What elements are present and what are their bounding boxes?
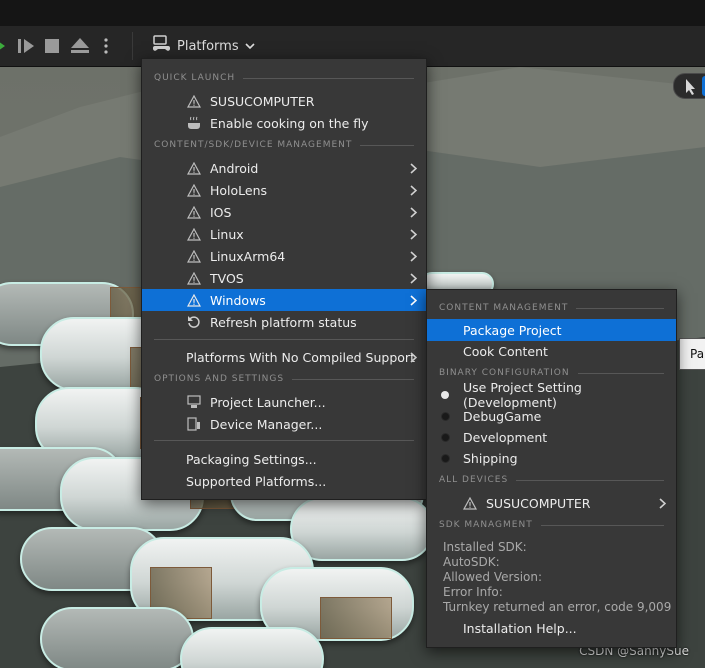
- menu-item-no-compiled-support[interactable]: Platforms With No Compiled Support: [142, 346, 426, 368]
- cooking-icon: [186, 115, 202, 131]
- menu-item-cook-content[interactable]: Cook Content: [427, 340, 676, 362]
- section-sdk-management: SDK MANAGMENT: [439, 518, 664, 532]
- menu-item-packaging-settings[interactable]: Packaging Settings...: [142, 448, 426, 470]
- chevron-right-icon: [408, 294, 418, 306]
- device-manager-icon: [186, 416, 202, 432]
- warning-icon: [186, 270, 202, 286]
- chevron-right-icon: [408, 272, 418, 284]
- more-options-icon[interactable]: [100, 36, 112, 56]
- title-bar: [0, 0, 705, 26]
- windows-submenu: CONTENT MANAGEMENT Package Project Cook …: [426, 289, 677, 648]
- section-content-management: CONTENT MANAGEMENT: [439, 301, 664, 315]
- play-icon[interactable]: [0, 36, 6, 56]
- radio-unselected-icon: [437, 408, 453, 424]
- chevron-right-icon: [408, 250, 418, 262]
- warning-icon: [186, 292, 202, 308]
- chevron-right-icon: [408, 162, 418, 174]
- menu-item-installation-help[interactable]: Installation Help...: [427, 617, 676, 639]
- chevron-right-icon: [408, 206, 418, 218]
- gamepad-icon: [151, 35, 171, 57]
- warning-icon: [186, 248, 202, 264]
- sdk-error-info: Error Info:: [443, 585, 503, 599]
- warning-icon: [186, 182, 202, 198]
- refresh-icon: [186, 314, 202, 330]
- platforms-menu: QUICK LAUNCH SUSUCOMPUTER Enable cooking…: [141, 58, 427, 500]
- menu-item-supported-platforms[interactable]: Supported Platforms...: [142, 470, 426, 492]
- tooltip: Pa: [679, 338, 705, 370]
- menu-item-linux[interactable]: Linux: [142, 223, 426, 245]
- menu-item-ios[interactable]: IOS: [142, 201, 426, 223]
- sdk-error-message: Turnkey returned an error, code 9,009: [443, 600, 672, 614]
- section-all-devices: ALL DEVICES: [439, 473, 664, 487]
- platforms-label: Platforms: [177, 38, 239, 54]
- menu-item-tvos[interactable]: TVOS: [142, 267, 426, 289]
- platforms-button[interactable]: Platforms: [145, 34, 261, 58]
- sdk-autosdk-info: AutoSDK:: [443, 555, 500, 569]
- menu-item-linuxarm64[interactable]: LinuxArm64: [142, 245, 426, 267]
- chevron-right-icon: [408, 351, 418, 363]
- section-quick-launch: QUICK LAUNCH: [154, 71, 414, 85]
- menu-item-hololens[interactable]: HoloLens: [142, 179, 426, 201]
- menu-item-android[interactable]: Android: [142, 157, 426, 179]
- radio-development[interactable]: Development: [427, 426, 676, 448]
- warning-icon: [186, 204, 202, 220]
- warning-icon: [186, 160, 202, 176]
- menu-divider: [154, 440, 414, 441]
- menu-divider: [154, 339, 414, 340]
- menu-item-device-susucomputer[interactable]: SUSUCOMPUTER: [427, 492, 676, 514]
- menu-item-package-project[interactable]: Package Project: [427, 319, 676, 341]
- radio-unselected-icon: [437, 429, 453, 445]
- menu-item-refresh-status[interactable]: Refresh platform status: [142, 311, 426, 333]
- radio-selected-icon: [437, 387, 453, 403]
- menu-item-project-launcher[interactable]: Project Launcher...: [142, 391, 426, 413]
- warning-icon: [462, 495, 478, 511]
- chevron-right-icon: [657, 497, 667, 509]
- tooltip-text: Pa: [690, 347, 705, 361]
- sdk-allowed-version-info: Allowed Version:: [443, 570, 543, 584]
- section-options-settings: OPTIONS AND SETTINGS: [154, 372, 414, 386]
- chevron-down-icon: [245, 39, 255, 54]
- menu-item-enable-cooking[interactable]: Enable cooking on the fly: [142, 112, 426, 134]
- menu-item-susucomputer[interactable]: SUSUCOMPUTER: [142, 90, 426, 112]
- radio-use-project-setting[interactable]: Use Project Setting (Development): [427, 380, 676, 410]
- radio-shipping[interactable]: Shipping: [427, 447, 676, 469]
- toolbar-divider: [132, 32, 133, 60]
- warning-icon: [186, 93, 202, 109]
- launcher-icon: [186, 394, 202, 410]
- section-binary-configuration: BINARY CONFIGURATION: [439, 366, 664, 380]
- radio-unselected-icon: [437, 450, 453, 466]
- chevron-right-icon: [408, 228, 418, 240]
- menu-item-device-manager[interactable]: Device Manager...: [142, 413, 426, 435]
- step-icon[interactable]: [16, 36, 36, 56]
- sdk-installed-info: Installed SDK:: [443, 540, 527, 554]
- warning-icon: [186, 226, 202, 242]
- menu-item-windows[interactable]: Windows: [142, 289, 426, 311]
- stop-icon[interactable]: [42, 36, 62, 56]
- radio-debuggame[interactable]: DebugGame: [427, 405, 676, 427]
- section-device-management: CONTENT/SDK/DEVICE MANAGEMENT: [154, 138, 414, 152]
- chevron-right-icon: [408, 184, 418, 196]
- select-mode-button[interactable]: [673, 73, 705, 99]
- eject-icon[interactable]: [69, 36, 91, 56]
